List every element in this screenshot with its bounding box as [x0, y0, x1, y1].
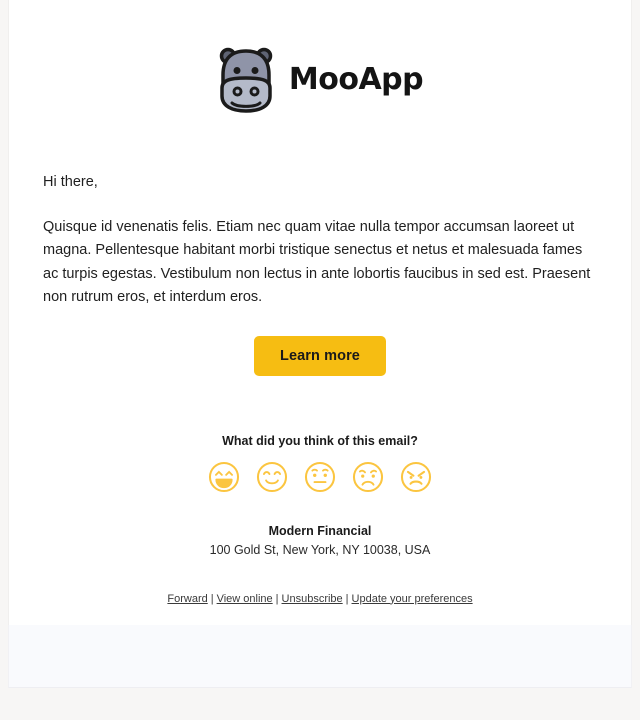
face-neutral-icon[interactable] — [303, 460, 337, 494]
body-paragraph: Quisque id venenatis felis. Etiam nec qu… — [43, 218, 591, 306]
footer-link-forward[interactable]: Forward — [167, 593, 207, 605]
feedback-question: What did you think of this email? — [222, 433, 418, 448]
cta-container: Learn more — [43, 335, 597, 376]
signature-block: Modern Financial 100 Gold St, New York, … — [43, 524, 597, 557]
email-header: MooApp — [9, 0, 631, 114]
greeting-text: Hi there, — [43, 174, 98, 190]
footer-link-unsubscribe[interactable]: Unsubscribe — [282, 593, 343, 605]
email-card: MooApp Hi there, Quisque id venenatis fe… — [8, 0, 632, 625]
hippo-icon — [217, 44, 275, 114]
learn-more-button[interactable]: Learn more — [254, 335, 386, 376]
footer-separator: | — [275, 592, 279, 605]
footer-links: Forward | View online | Unsubscribe | Update y… — [43, 593, 597, 605]
email-preview-canvas: MooApp Hi there, Quisque id venenatis fe… — [0, 0, 640, 720]
face-angry-icon[interactable] — [399, 460, 433, 494]
brand-wordmark: MooApp — [288, 61, 424, 97]
face-very-happy-icon[interactable] — [207, 460, 241, 494]
feedback-rating-group — [43, 460, 597, 494]
footer-link-view-online[interactable]: View online — [217, 593, 273, 605]
footer-separator: | — [345, 592, 349, 605]
company-address: 100 Gold St, New York, NY 10038, USA — [209, 542, 431, 557]
company-name: Modern Financial — [268, 523, 372, 538]
email-footer-strip — [8, 625, 632, 688]
face-happy-icon[interactable] — [255, 460, 289, 494]
face-sad-icon[interactable] — [351, 460, 385, 494]
footer-link-update-preferences[interactable]: Update your preferences — [352, 593, 473, 605]
email-body: Hi there, Quisque id venenatis felis. Et… — [9, 172, 631, 605]
footer-separator: | — [210, 592, 214, 605]
feedback-section: What did you think of this email? — [43, 434, 597, 494]
